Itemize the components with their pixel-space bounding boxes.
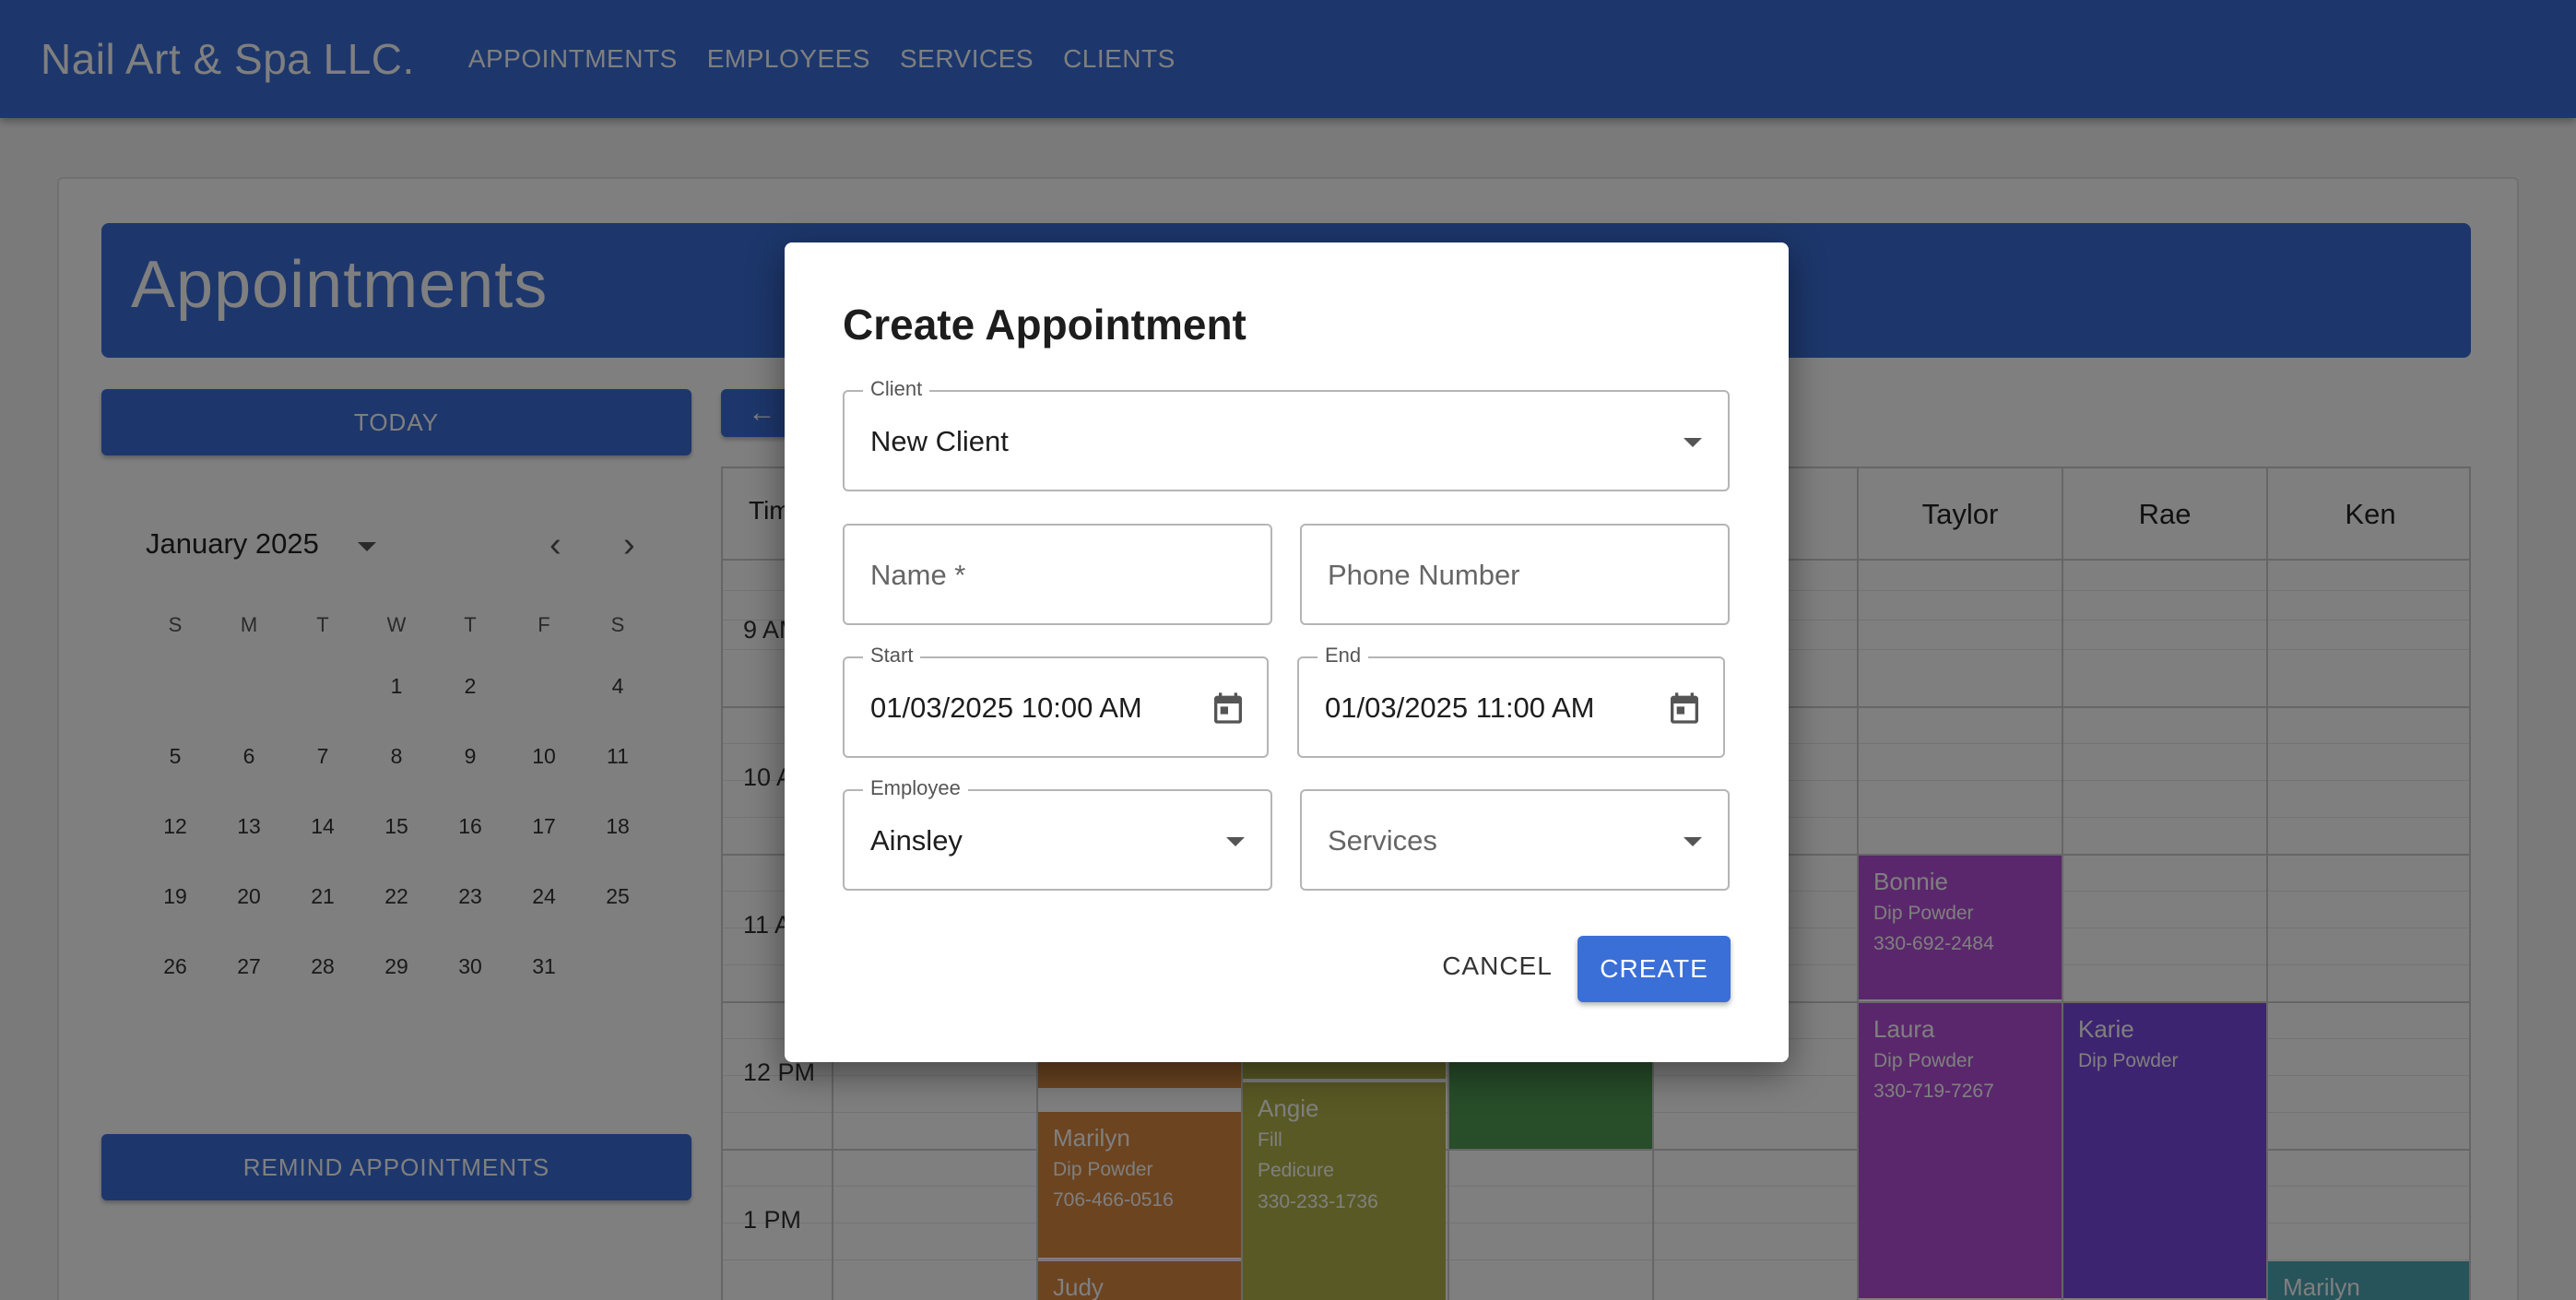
dropdown-arrow-icon: [1684, 837, 1702, 846]
name-input[interactable]: Name *: [843, 524, 1272, 625]
calendar-icon[interactable]: [1210, 690, 1247, 727]
phone-number-input[interactable]: Phone Number: [1300, 524, 1730, 625]
dropdown-arrow-icon: [1684, 438, 1702, 447]
name-placeholder: Name *: [870, 559, 966, 591]
client-select[interactable]: Client New Client: [843, 377, 1730, 491]
calendar-icon[interactable]: [1666, 690, 1703, 727]
services-placeholder: Services: [1328, 824, 1437, 857]
phone-placeholder: Phone Number: [1328, 559, 1520, 591]
start-label: Start: [863, 644, 921, 668]
employee-value: Ainsley: [870, 824, 963, 857]
services-select[interactable]: Services: [1300, 789, 1730, 891]
dropdown-arrow-icon: [1226, 837, 1245, 846]
end-datetime-field[interactable]: End 01/03/2025 11:00 AM: [1297, 644, 1725, 758]
employee-label: Employee: [863, 776, 968, 800]
employee-select[interactable]: Employee Ainsley: [843, 776, 1272, 891]
end-value: 01/03/2025 11:00 AM: [1325, 691, 1595, 724]
create-appointment-dialog: Create Appointment Client New Client Nam…: [785, 242, 1789, 1062]
cancel-button[interactable]: CANCEL: [1437, 936, 1557, 997]
client-label: Client: [863, 377, 930, 401]
start-value: 01/03/2025 10:00 AM: [870, 691, 1142, 724]
dialog-title: Create Appointment: [843, 301, 1247, 349]
end-label: End: [1318, 644, 1369, 668]
start-datetime-field[interactable]: Start 01/03/2025 10:00 AM: [843, 644, 1269, 758]
client-value: New Client: [870, 425, 1009, 457]
create-button[interactable]: CREATE: [1578, 936, 1731, 1002]
